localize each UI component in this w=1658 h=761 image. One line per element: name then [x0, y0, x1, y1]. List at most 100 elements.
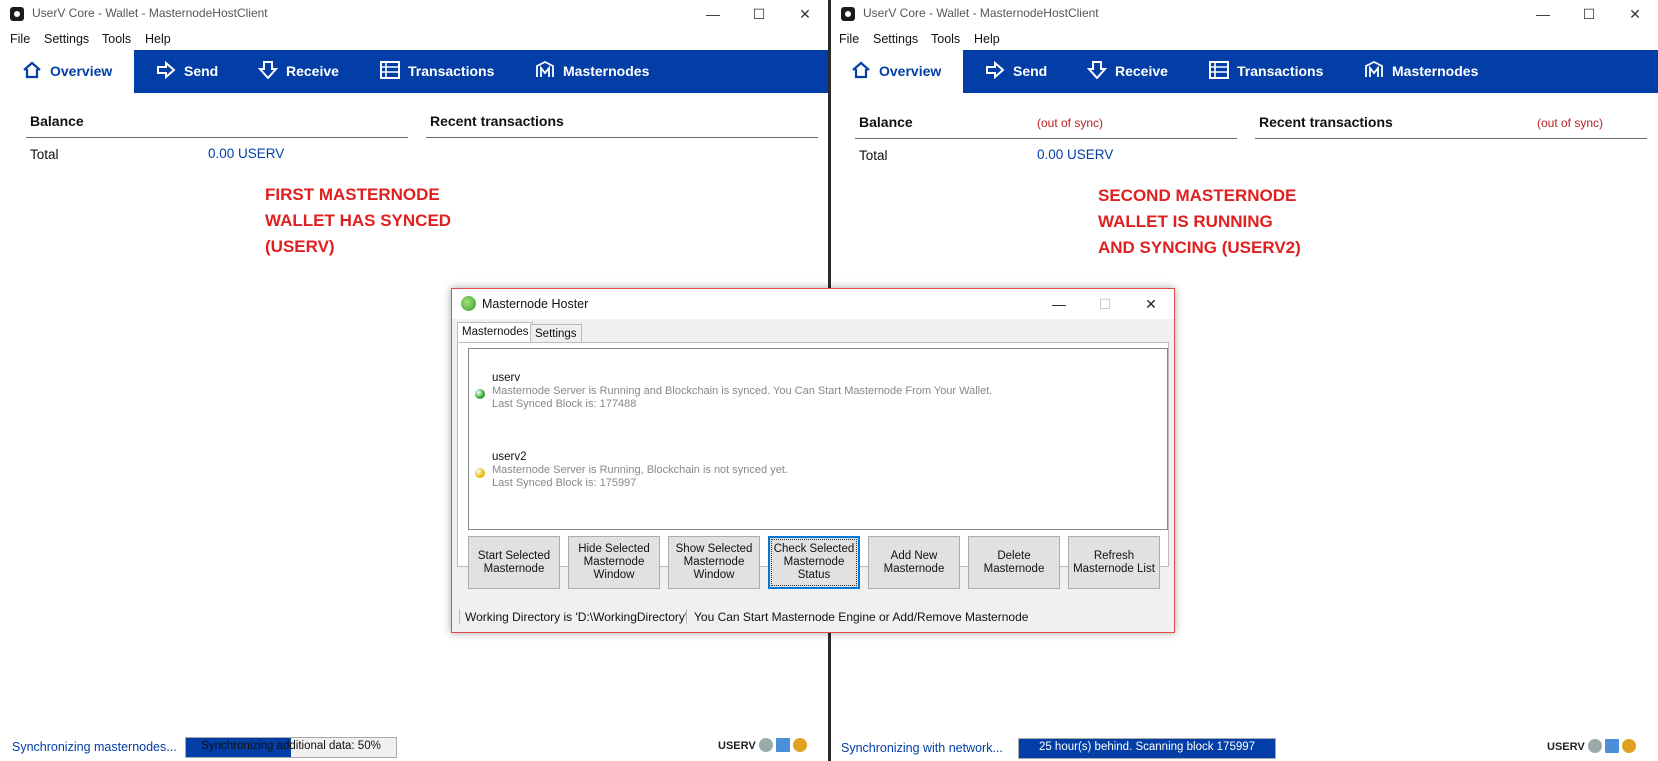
tab-transactions-label: Transactions [408, 63, 495, 79]
tab-masternodes-label: Masternodes [1392, 63, 1479, 79]
status-icons: USERV [1547, 739, 1636, 753]
sync-progress-bar: Synchronizing additional data: 50% [185, 737, 397, 758]
status-bar: Synchronizing masternodes... Synchronizi… [0, 733, 828, 761]
status-dot-icon [475, 468, 485, 478]
receive-arrow-icon [258, 61, 278, 79]
balance-header: Balance [26, 113, 408, 138]
close-button[interactable]: ✕ [1128, 289, 1174, 319]
tab-receive[interactable]: Receive [258, 50, 339, 93]
tab-overview[interactable]: Overview [0, 50, 134, 93]
total-label: Total [859, 148, 888, 163]
tab-masternodes-label: Masternodes [563, 63, 650, 79]
dialog-status-bar: Working Directory is 'D:\WorkingDirector… [457, 606, 1167, 628]
dialog-title-bar: Masternode Hoster — ☐ ✕ [452, 289, 1174, 319]
out-of-sync-badge[interactable]: (out of sync) [1037, 116, 1103, 130]
app-icon [10, 7, 24, 21]
masternode-status: Masternode Server is Running and Blockch… [492, 385, 993, 397]
title-bar: UserV Core - Wallet - MasternodeHostClie… [831, 0, 1658, 28]
tab-transactions-label: Transactions [1237, 63, 1324, 79]
menu-help[interactable]: Help [974, 32, 1000, 46]
sync-icon[interactable] [792, 738, 807, 752]
tab-send[interactable]: Send [156, 50, 218, 93]
sync-progress-bar: 25 hour(s) behind. Scanning block 175997 [1018, 738, 1276, 759]
masternodes-panel: userv Masternode Server is Running and B… [457, 342, 1169, 589]
minimize-button[interactable]: — [690, 0, 736, 28]
tab-masternodes[interactable]: Masternodes [535, 50, 649, 93]
check-selected-masternode-button[interactable]: Check Selected Masternode Status [768, 536, 860, 589]
menu-help[interactable]: Help [145, 32, 171, 46]
window-title: UserV Core - Wallet - MasternodeHostClie… [32, 6, 268, 20]
balance-label: Balance [859, 114, 913, 130]
tab-receive[interactable]: Receive [1087, 50, 1168, 93]
tab-transactions[interactable]: Transactions [1209, 50, 1323, 93]
add-new-masternode-button[interactable]: Add New Masternode [868, 536, 960, 589]
close-button[interactable]: ✕ [1612, 0, 1658, 28]
network-icon[interactable] [758, 738, 773, 752]
balance-label: Balance [30, 113, 84, 129]
divider [459, 609, 460, 624]
menu-settings[interactable]: Settings [873, 32, 918, 46]
tab-masternodes[interactable]: Masternodes [1364, 50, 1478, 93]
masternode-block: Last Synced Block is: 175997 [492, 477, 637, 489]
tab-send[interactable]: Send [985, 50, 1047, 93]
connections-icon[interactable] [1604, 739, 1619, 753]
annotation-text: SECOND MASTERNODE WALLET IS RUNNING AND … [1098, 186, 1301, 257]
tab-overview[interactable]: Overview [831, 50, 963, 93]
send-arrow-icon [986, 61, 1005, 79]
close-button[interactable]: ✕ [782, 0, 828, 28]
refresh-masternode-list-button[interactable]: Refresh Masternode List [1068, 536, 1160, 589]
tab-overview-label: Overview [50, 63, 113, 79]
divider [686, 609, 687, 624]
list-icon [380, 61, 400, 79]
total-value: 0.00 USERV [1037, 147, 1114, 162]
app-icon [841, 7, 855, 21]
start-selected-masternode-button[interactable]: Start Selected Masternode [468, 536, 560, 589]
menu-bar: File Settings Tools Help [0, 30, 828, 50]
masternode-list[interactable]: userv Masternode Server is Running and B… [468, 348, 1168, 530]
menu-file[interactable]: File [10, 32, 30, 46]
recent-transactions-header: Recent transactions [426, 113, 818, 138]
hide-selected-masternode-button[interactable]: Hide Selected Masternode Window [568, 536, 660, 589]
title-bar: UserV Core - Wallet - MasternodeHostClie… [0, 0, 828, 28]
total-value: 0.00 USERV [208, 146, 285, 161]
menu-tools[interactable]: Tools [102, 32, 131, 46]
recent-transactions-header: Recent transactions (out of sync) [1255, 114, 1647, 139]
list-icon [1209, 61, 1229, 79]
recent-transactions-label: Recent transactions [430, 113, 564, 129]
minimize-button[interactable]: — [1520, 0, 1566, 28]
delete-masternode-button[interactable]: Delete Masternode [968, 536, 1060, 589]
unit-label: USERV [718, 740, 756, 752]
maximize-button[interactable]: ☐ [1566, 0, 1612, 28]
tab-send-label: Send [1013, 63, 1048, 79]
home-icon [852, 61, 870, 79]
sync-icon[interactable] [1621, 739, 1636, 753]
engine-status-text: You Can Start Masternode Engine or Add/R… [694, 610, 1029, 624]
masternode-name: userv2 [492, 451, 527, 463]
network-icon[interactable] [1587, 739, 1602, 753]
masternode-hoster-dialog: Masternode Hoster — ☐ ✕ Masternodes Sett… [451, 288, 1175, 633]
minimize-button[interactable]: — [1036, 289, 1082, 319]
maximize-button[interactable]: ☐ [736, 0, 782, 28]
list-item[interactable]: userv2 Masternode Server is Running, Blo… [469, 451, 1167, 495]
status-icons: USERV [718, 738, 807, 752]
tab-masternodes[interactable]: Masternodes [457, 322, 534, 343]
globe-icon [461, 296, 476, 311]
list-item[interactable]: userv Masternode Server is Running and B… [469, 372, 1167, 416]
working-directory-text: Working Directory is 'D:\WorkingDirector… [465, 610, 688, 624]
menu-settings[interactable]: Settings [44, 32, 89, 46]
masternode-name: userv [492, 372, 521, 384]
tab-receive-label: Receive [1115, 63, 1168, 79]
menu-tools[interactable]: Tools [931, 32, 960, 46]
tab-transactions[interactable]: Transactions [380, 50, 494, 93]
tab-settings[interactable]: Settings [530, 324, 582, 344]
connections-icon[interactable] [775, 738, 790, 752]
menu-file[interactable]: File [839, 32, 859, 46]
sync-status-text: Synchronizing masternodes... [12, 740, 177, 754]
status-dot-icon [475, 389, 485, 399]
tab-receive-label: Receive [286, 63, 339, 79]
progress-text: 25 hour(s) behind. Scanning block 175997 [1038, 741, 1256, 753]
out-of-sync-badge[interactable]: (out of sync) [1537, 116, 1603, 130]
send-arrow-icon [157, 61, 176, 79]
annotation-text: FIRST MASTERNODE WALLET HAS SYNCED (USER… [265, 185, 452, 256]
show-selected-masternode-button[interactable]: Show Selected Masternode Window [668, 536, 760, 589]
